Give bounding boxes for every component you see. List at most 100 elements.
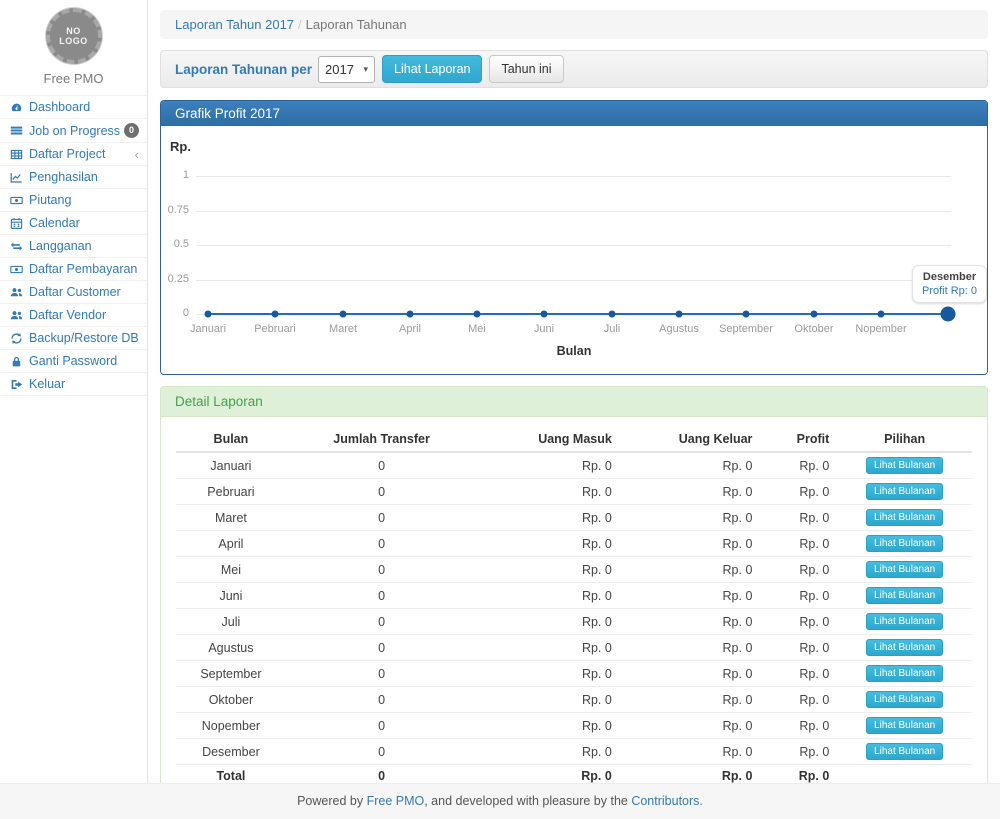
sidebar-item-daftar-vendor[interactable]: Daftar Vendor [0, 304, 147, 327]
breadcrumb-link-laporan-tahun[interactable]: Laporan Tahun 2017 [175, 17, 294, 32]
breadcrumb-separator: / [298, 17, 302, 32]
sidebar-item-label: Job on Progress [29, 124, 120, 138]
sidebar-item-label: Dashboard [29, 100, 90, 114]
this-year-button[interactable]: Tahun ini [489, 55, 563, 83]
footer-link-contributors[interactable]: Contributors. [631, 794, 703, 808]
view-month-button[interactable]: Lihat Bulanan [866, 561, 943, 578]
cell-bulan: Agustus [176, 635, 286, 661]
cell-jumlah: 0 [286, 531, 477, 557]
sidebar-item-langganan[interactable]: Langganan [0, 235, 147, 258]
app-logo: NO LOGO [46, 8, 102, 64]
view-month-button[interactable]: Lihat Bulanan [866, 587, 943, 604]
chart-point-oktober[interactable] [811, 311, 818, 318]
sidebar-item-keluar[interactable]: Keluar [0, 373, 147, 396]
sidebar-item-penghasilan[interactable]: Penghasilan [0, 166, 147, 189]
sidebar-item-daftar-project[interactable]: Daftar Project ‹ [0, 143, 147, 166]
sidebar-item-daftar-pembayaran[interactable]: Daftar Pembayaran [0, 258, 147, 281]
year-select[interactable]: 2017 ▾ [318, 56, 375, 83]
table-icon [8, 148, 25, 161]
cell-jumlah: 0 [286, 635, 477, 661]
calendar-icon [8, 217, 25, 230]
sidebar-item-calendar[interactable]: Calendar [0, 212, 147, 235]
view-month-button[interactable]: Lihat Bulanan [866, 717, 943, 734]
sidebar: NO LOGO Free PMO Dashboard Job on Progre… [0, 0, 148, 783]
profit-line-series [208, 313, 948, 315]
cell-keluar: Rp. 0 [620, 583, 761, 609]
chart-point-desember[interactable] [941, 307, 956, 322]
x-tick: Mei [468, 323, 486, 335]
y-tick: 0 [161, 307, 189, 319]
year-select-value: 2017 [325, 62, 354, 77]
chart-point-mei[interactable] [474, 311, 481, 318]
cell-bulan: Mei [176, 557, 286, 583]
cell-keluar: Rp. 0 [620, 452, 761, 479]
view-month-button[interactable]: Lihat Bulanan [866, 483, 943, 500]
footer-link-free-pmo[interactable]: Free PMO [367, 794, 425, 808]
view-month-button[interactable]: Lihat Bulanan [866, 639, 943, 656]
cell-jumlah: 0 [286, 687, 477, 713]
chart-point-agustus[interactable] [676, 311, 683, 318]
cell-bulan: Juli [176, 609, 286, 635]
cell-profit: Rp. 0 [760, 452, 837, 479]
cell-masuk: Rp. 0 [477, 609, 620, 635]
chart-panel-title: Grafik Profit 2017 [161, 101, 987, 126]
view-month-button[interactable]: Lihat Bulanan [866, 535, 943, 552]
view-month-button[interactable]: Lihat Bulanan [866, 457, 943, 474]
detail-panel-title: Detail Laporan [161, 387, 987, 417]
report-table: Bulan Jumlah Transfer Uang Masuk Uang Ke… [176, 427, 972, 788]
sidebar-item-daftar-customer[interactable]: Daftar Customer [0, 281, 147, 304]
money-icon [8, 194, 25, 207]
dashboard-icon [8, 101, 25, 114]
x-tick: Pebruari [254, 323, 296, 335]
cell-masuk: Rp. 0 [477, 452, 620, 479]
chart-point-januari[interactable] [205, 311, 212, 318]
view-month-button[interactable]: Lihat Bulanan [866, 509, 943, 526]
detail-panel-body: Bulan Jumlah Transfer Uang Masuk Uang Ke… [161, 417, 987, 801]
refresh-icon [8, 332, 25, 345]
cell-keluar: Rp. 0 [620, 661, 761, 687]
sidebar-item-ganti-password[interactable]: Ganti Password [0, 350, 147, 373]
sidebar-item-piutang[interactable]: Piutang [0, 189, 147, 212]
gridline [196, 245, 951, 246]
cell-keluar: Rp. 0 [620, 713, 761, 739]
chart-point-juni[interactable] [541, 311, 548, 318]
sidebar-item-backup-restore[interactable]: Backup/Restore DB [0, 327, 147, 350]
y-tick: 0.25 [161, 273, 189, 285]
cell-jumlah: 0 [286, 609, 477, 635]
page-footer: Powered by Free PMO, and developed with … [0, 783, 1000, 819]
line-chart-icon [8, 171, 25, 184]
table-row: Juli0Rp. 0Rp. 0Rp. 0Lihat Bulanan [176, 609, 972, 635]
view-month-button[interactable]: Lihat Bulanan [866, 665, 943, 682]
col-uang-masuk: Uang Masuk [477, 427, 620, 452]
col-profit: Profit [760, 427, 837, 452]
report-toolbar: Laporan Tahunan per 2017 ▾ Lihat Laporan… [160, 50, 988, 88]
chart-point-april[interactable] [407, 311, 414, 318]
cell-keluar: Rp. 0 [620, 739, 761, 765]
chart-point-maret[interactable] [340, 311, 347, 318]
table-row: Nopember0Rp. 0Rp. 0Rp. 0Lihat Bulanan [176, 713, 972, 739]
lock-icon [8, 355, 25, 368]
money-icon [8, 263, 25, 276]
chart-point-juli[interactable] [609, 311, 616, 318]
view-month-button[interactable]: Lihat Bulanan [866, 691, 943, 708]
footer-text-middle: , and developed with pleasure by the [424, 794, 631, 808]
view-month-button[interactable]: Lihat Bulanan [866, 613, 943, 630]
table-row: Pebruari0Rp. 0Rp. 0Rp. 0Lihat Bulanan [176, 479, 972, 505]
gridline [196, 280, 951, 281]
sidebar-item-job-on-progress[interactable]: Job on Progress 0 [0, 119, 147, 143]
view-report-button[interactable]: Lihat Laporan [382, 55, 482, 83]
chart-point-nopember[interactable] [878, 311, 885, 318]
chart-point-september[interactable] [743, 311, 750, 318]
sidebar-item-dashboard[interactable]: Dashboard [0, 96, 147, 119]
cell-masuk: Rp. 0 [477, 739, 620, 765]
col-pilihan: Pilihan [837, 427, 972, 452]
cell-profit: Rp. 0 [760, 635, 837, 661]
view-month-button[interactable]: Lihat Bulanan [866, 743, 943, 760]
cell-profit: Rp. 0 [760, 583, 837, 609]
chart-point-pebruari[interactable] [272, 311, 279, 318]
table-row: Desember0Rp. 0Rp. 0Rp. 0Lihat Bulanan [176, 739, 972, 765]
sidebar-item-label: Daftar Pembayaran [29, 262, 137, 276]
x-tick: Juni [534, 323, 554, 335]
cell-bulan: September [176, 661, 286, 687]
cell-profit: Rp. 0 [760, 479, 837, 505]
